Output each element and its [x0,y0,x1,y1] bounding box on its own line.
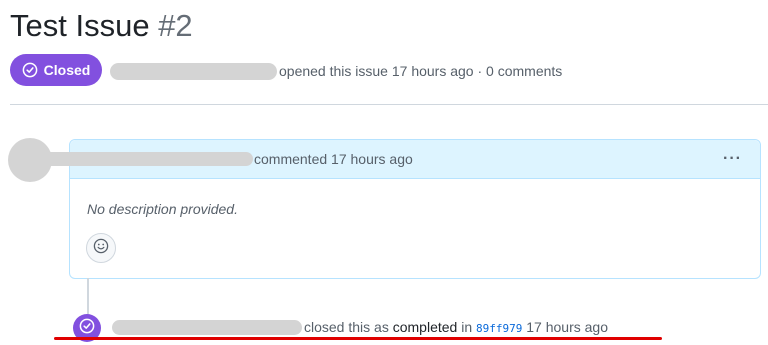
add-reaction-button[interactable] [86,233,116,263]
issue-title: Test Issue #2 [10,6,193,46]
kebab-menu-icon[interactable]: ··· [723,150,742,168]
check-circle-icon [22,62,38,78]
comment-body: No description provided. [87,201,238,217]
check-circle-icon [79,318,95,339]
redacted-closer-name [112,320,302,335]
annotation-underline [54,337,662,340]
redacted-commenter-name [10,152,253,166]
close-event-text: closed this as completed in 89ff979 17 h… [304,319,608,335]
status-badge-label: Closed [43,62,91,78]
header-divider [10,104,768,105]
close-event-in: in [461,319,473,335]
issue-number: #2 [158,8,193,43]
issue-title-text: Test Issue [10,8,150,43]
close-reason-link[interactable]: completed [393,319,458,335]
close-event-time[interactable]: 17 hours ago [526,319,608,335]
close-event-prefix: closed this as [304,319,389,335]
redacted-author-name [110,63,277,80]
issue-opened-meta: opened this issue 17 hours ago · 0 comme… [279,63,563,79]
comment-header-text: commented 17 hours ago [254,151,413,167]
timeline-line [87,278,89,316]
commit-sha-link[interactable]: 89ff979 [476,322,522,335]
smiley-icon [93,238,109,259]
status-badge: Closed [10,54,102,86]
